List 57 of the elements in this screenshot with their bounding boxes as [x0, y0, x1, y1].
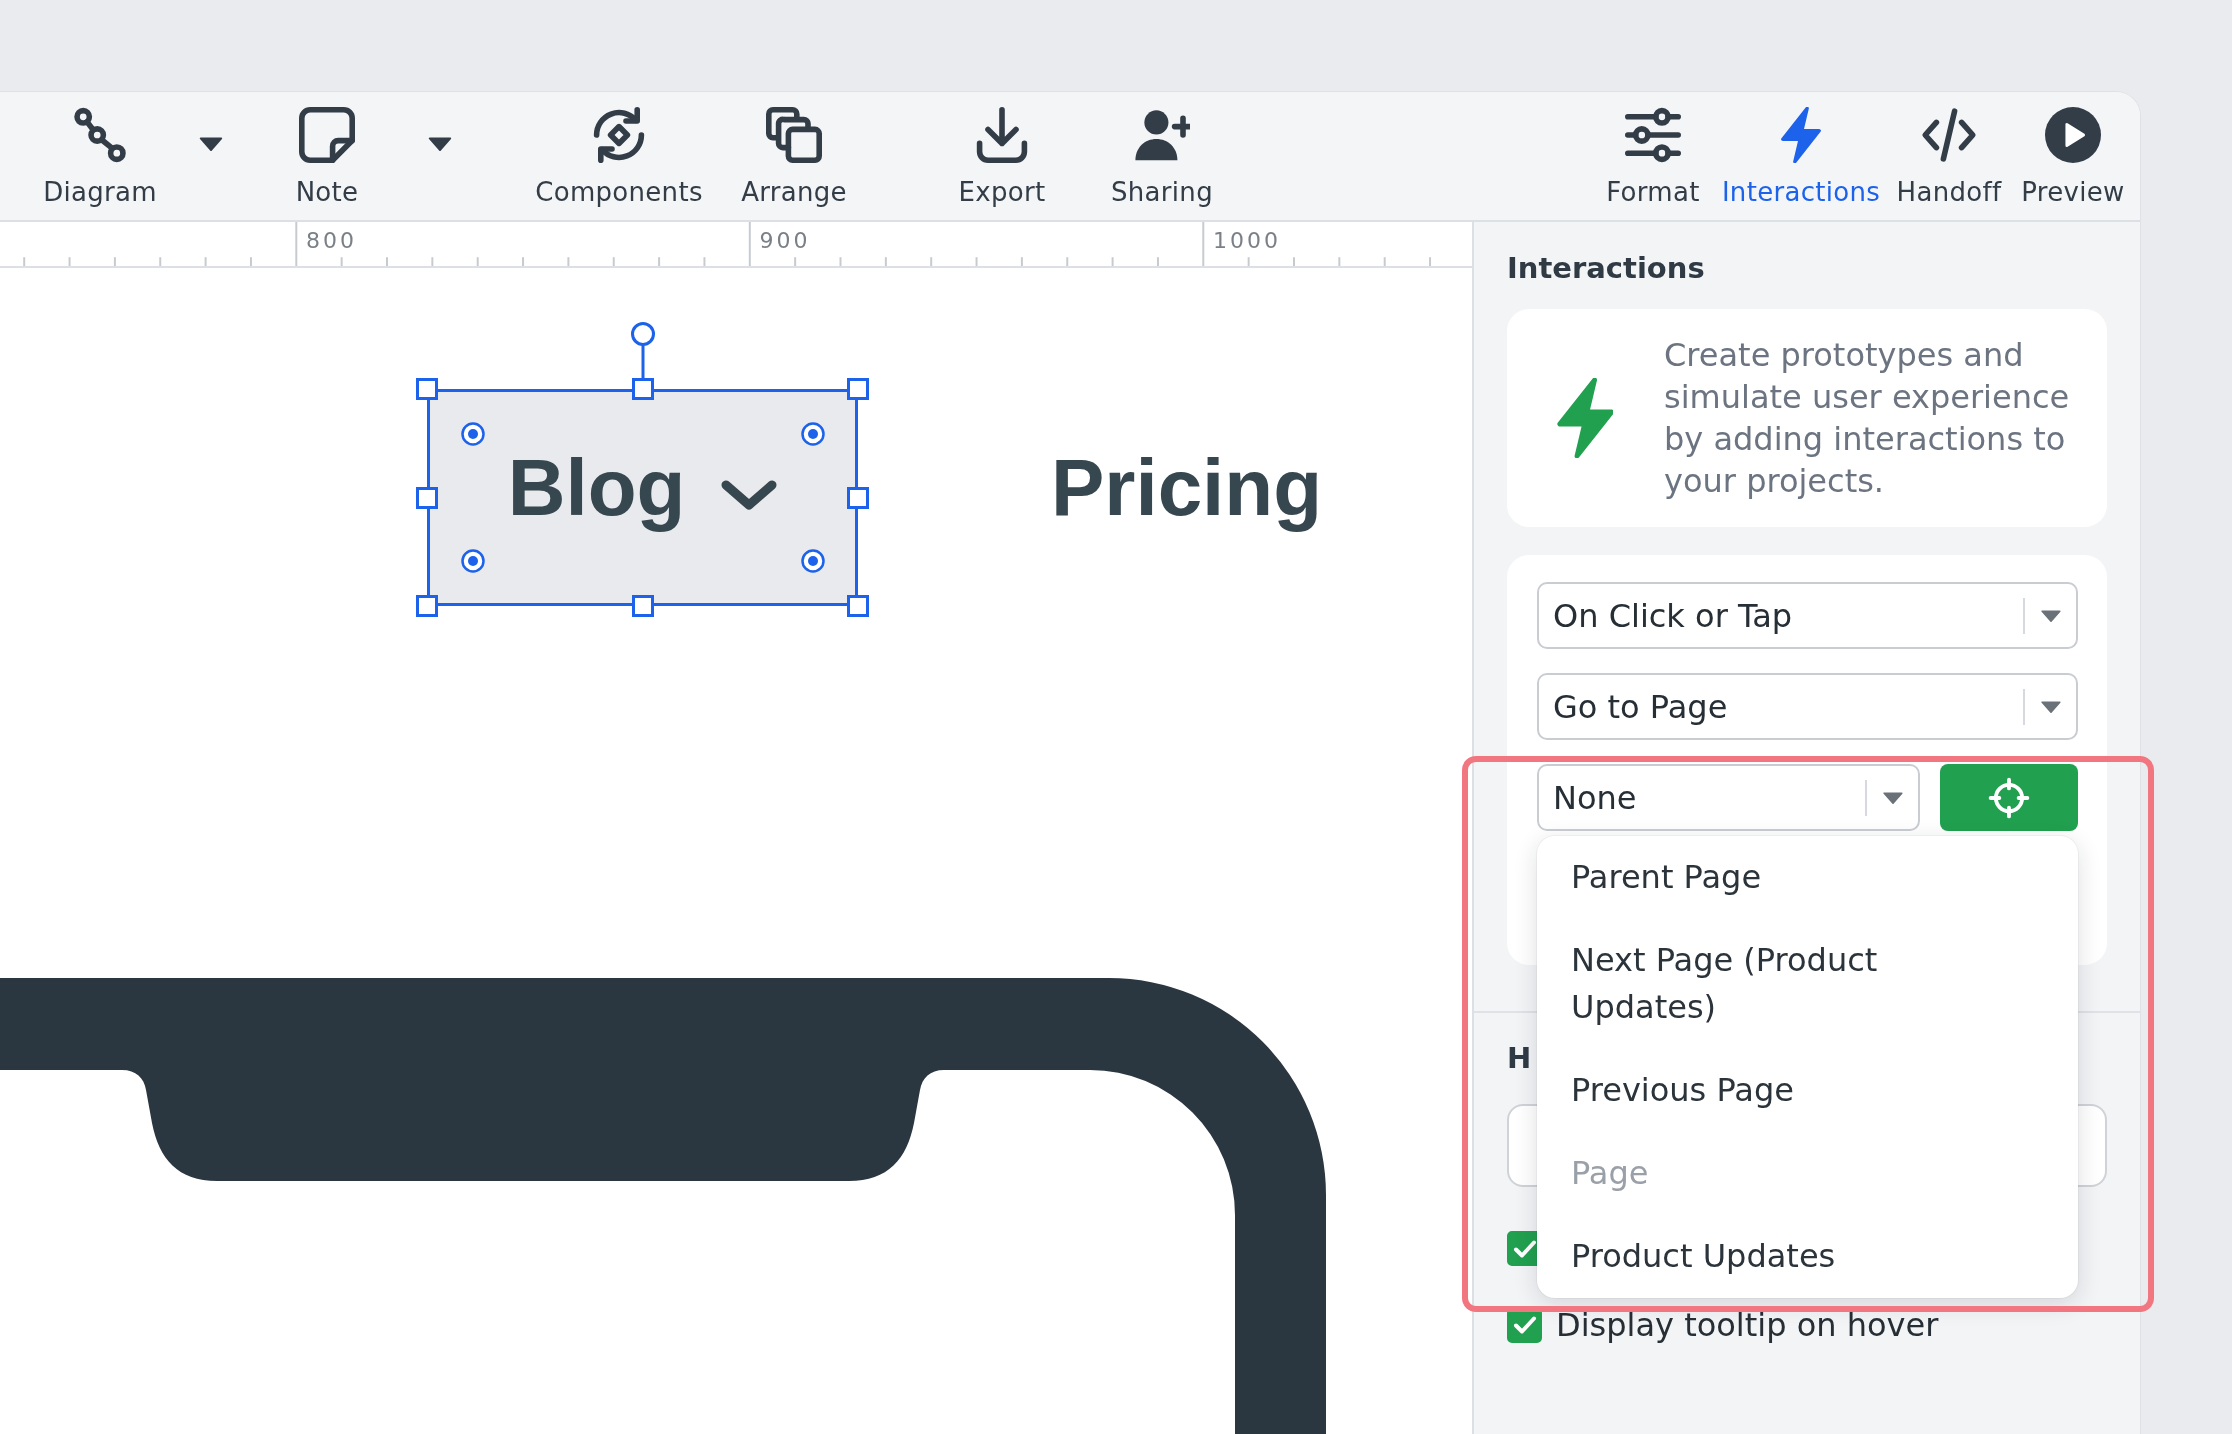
corner-radius-handle[interactable]: [461, 422, 485, 446]
resize-handle[interactable]: [416, 595, 438, 617]
toolbar-button[interactable]: Export: [942, 92, 1062, 207]
toolbar-button[interactable]: Handoff: [1889, 92, 2009, 207]
lightning-bolt-icon: [1557, 378, 1613, 458]
menu-group-label: Page: [1571, 1153, 1649, 1193]
user-plus-icon: [1134, 107, 1190, 163]
target-select[interactable]: None: [1537, 764, 1920, 831]
toolbar-button[interactable]: Components: [524, 92, 714, 207]
sliders-icon: [1625, 107, 1681, 163]
menu-item[interactable]: Parent Page: [1537, 836, 2078, 919]
crosshair-icon: [1988, 776, 2030, 819]
caret-icon: [2040, 700, 2061, 713]
ruler-label: 1000: [1213, 227, 1281, 255]
caret-icon: [2040, 609, 2061, 622]
toolbar-button[interactable]: Preview: [2015, 92, 2131, 207]
download-icon: [974, 107, 1030, 163]
resize-handle[interactable]: [847, 486, 869, 509]
resize-handle[interactable]: [416, 486, 438, 509]
resize-handle[interactable]: [847, 595, 869, 617]
toolbar-button[interactable]: Interactions: [1721, 92, 1881, 207]
rotate-handle[interactable]: [629, 321, 656, 378]
action-select[interactable]: Go to Page: [1537, 673, 2078, 740]
panel-title: Interactions: [1507, 250, 1706, 286]
menu-item[interactable]: Next Page (Product Updates): [1537, 919, 2078, 1049]
caret-icon: [199, 137, 223, 151]
section-heading: H: [1507, 1040, 1532, 1076]
rotate-diamond-icon: [591, 107, 647, 163]
menu-item[interactable]: Product Updates: [1537, 1215, 2078, 1298]
toolbar-button[interactable]: Diagram: [30, 92, 170, 207]
corner-radius-handle[interactable]: [801, 422, 825, 446]
corner-radius-handle[interactable]: [801, 549, 825, 573]
connected-nodes-icon: [72, 107, 128, 163]
resize-handle[interactable]: [847, 378, 869, 400]
resize-handle[interactable]: [416, 378, 438, 400]
checkmark-icon: [1512, 1315, 1537, 1335]
resize-handle[interactable]: [631, 378, 654, 400]
toolbar-button[interactable]: Sharing: [1097, 92, 1227, 207]
menu-item[interactable]: Previous Page: [1537, 1049, 2078, 1132]
caret-icon: [1882, 791, 1903, 804]
play-icon: [2045, 107, 2101, 163]
toolbar-button[interactable]: Arrange: [729, 92, 859, 207]
stacked-squares-icon: [766, 107, 822, 163]
trigger-select[interactable]: On Click or Tap: [1537, 582, 2078, 649]
toolbar-button[interactable]: Format: [1598, 92, 1708, 207]
sticky-note-icon: [299, 107, 355, 163]
ruler-label: 800: [306, 227, 357, 255]
intro-text: Create prototypes and simulate user experience by adding interactions to your projects.: [1664, 335, 2071, 502]
caret-icon: [428, 137, 452, 151]
resize-handle[interactable]: [631, 595, 654, 617]
ruler-label: 900: [759, 227, 811, 255]
selected-nav-item[interactable]: Blog: [427, 389, 858, 606]
pick-target-button[interactable]: [1940, 764, 2078, 831]
checkbox-label: Display tooltip on hover: [1556, 1305, 1939, 1345]
corner-radius-handle[interactable]: [461, 549, 485, 573]
code-brackets-icon: [1921, 107, 1977, 163]
toolbar-button[interactable]: Note: [267, 92, 387, 207]
